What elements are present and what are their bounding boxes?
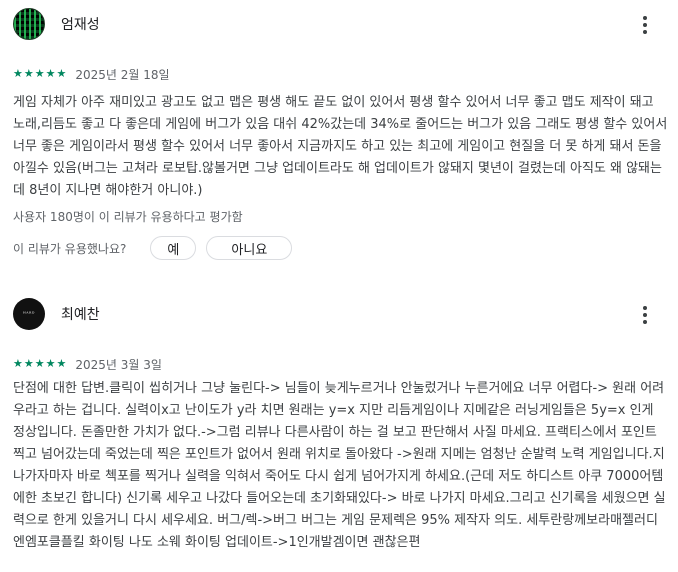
star-rating: ★ ★ ★ ★ ★ bbox=[13, 68, 66, 80]
star-icon: ★ bbox=[45, 67, 56, 80]
star-icon: ★ bbox=[34, 67, 45, 80]
helpful-yes-button[interactable]: 예 bbox=[150, 236, 197, 260]
avatar-logo: ᴴᴬᴿᴰ bbox=[23, 311, 35, 317]
review-card: 엄재성 ★ ★ ★ ★ ★ 2025년 2월 18일 게임 자체가 아주 재미있… bbox=[0, 0, 678, 260]
helpful-feedback: 이 리뷰가 유용했나요? 예 아니요 bbox=[13, 236, 293, 260]
review-date: 2025년 2월 18일 bbox=[75, 67, 170, 82]
reviewer-name: 엄재성 bbox=[61, 17, 100, 33]
review-text: 단점에 대한 답변.클릭이 씹히거나 그냥 눌린다-> 님들이 늦게누르거나 안… bbox=[13, 381, 666, 550]
more-vert-icon bbox=[643, 306, 647, 324]
more-options-button[interactable] bbox=[640, 14, 650, 36]
star-rating: ★ ★ ★ ★ ★ bbox=[13, 358, 66, 370]
helpful-question: 이 리뷰가 유용했나요? bbox=[13, 241, 127, 256]
reviewer-name: 최예찬 bbox=[61, 307, 100, 323]
more-vert-icon bbox=[643, 16, 647, 34]
more-options-button[interactable] bbox=[640, 304, 650, 326]
star-icon: ★ bbox=[45, 357, 56, 370]
helpful-no-button[interactable]: 아니요 bbox=[206, 236, 293, 260]
avatar bbox=[13, 8, 45, 40]
star-icon: ★ bbox=[56, 67, 67, 80]
star-icon: ★ bbox=[23, 357, 34, 370]
helpful-count: 사용자 180명이 이 리뷰가 유용하다고 평가함 bbox=[13, 210, 243, 224]
review-header: 엄재성 bbox=[0, 0, 678, 50]
review-text: 게임 자체가 아주 재미있고 광고도 없고 맵은 평생 해도 끝도 없이 있어서… bbox=[13, 95, 668, 198]
star-icon: ★ bbox=[13, 67, 23, 80]
star-icon: ★ bbox=[56, 357, 67, 370]
star-icon: ★ bbox=[13, 357, 23, 370]
star-icon: ★ bbox=[23, 67, 34, 80]
review-header: ᴴᴬᴿᴰ 최예찬 bbox=[0, 290, 678, 340]
review-meta: ★ ★ ★ ★ ★ 2025년 3월 3일 bbox=[13, 356, 162, 372]
star-icon: ★ bbox=[34, 357, 45, 370]
avatar: ᴴᴬᴿᴰ bbox=[13, 298, 45, 330]
review-date: 2025년 3월 3일 bbox=[75, 357, 162, 372]
review-card: ᴴᴬᴿᴰ 최예찬 ★ ★ ★ ★ ★ 2025년 3월 3일 단점에 대한 답변… bbox=[0, 290, 678, 550]
review-meta: ★ ★ ★ ★ ★ 2025년 2월 18일 bbox=[13, 66, 170, 82]
